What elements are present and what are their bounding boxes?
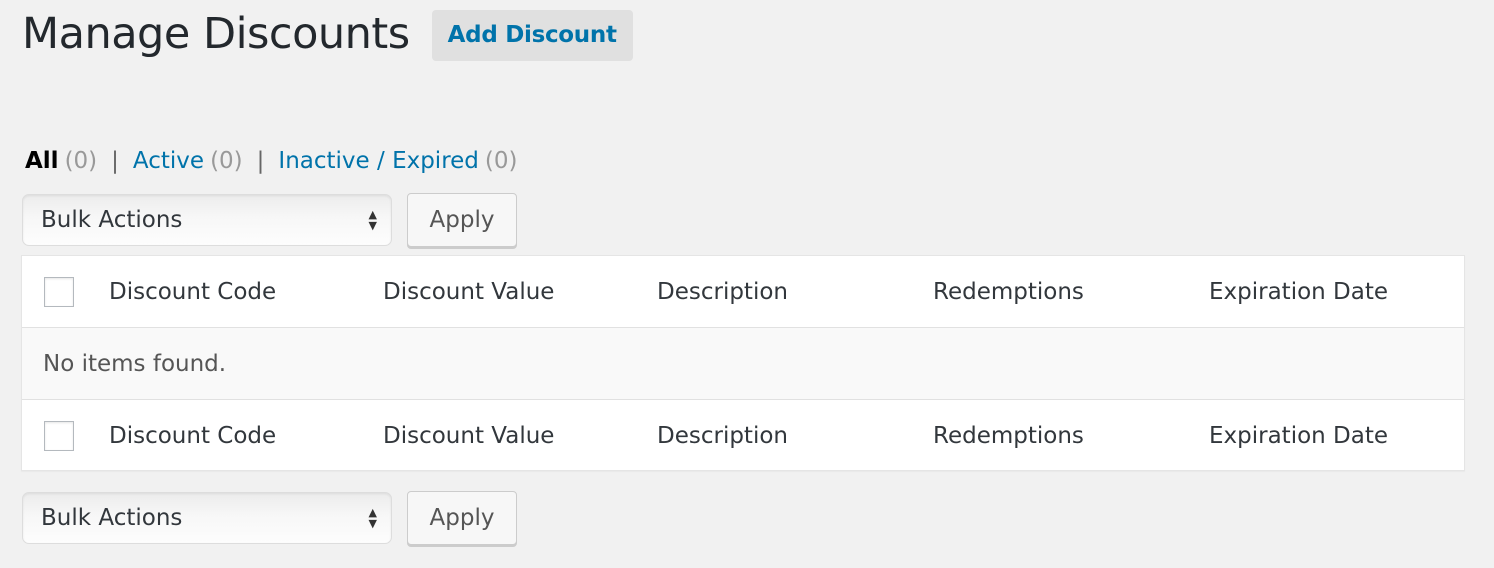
select-all-checkbox-top[interactable] — [44, 276, 74, 307]
column-discount-code-footer[interactable]: Discount Code — [109, 423, 276, 449]
filter-all-count: (0) — [64, 148, 98, 174]
filter-inactive-expired[interactable]: Inactive / Expired — [278, 144, 478, 178]
filter-all[interactable]: All — [25, 144, 59, 178]
column-description[interactable]: Description — [657, 279, 788, 305]
title-row: Manage Discounts Add Discount — [22, 6, 633, 62]
status-filters: All (0) | Active (0) | Inactive / Expire… — [25, 144, 518, 178]
filter-active[interactable]: Active — [133, 144, 204, 178]
column-discount-value[interactable]: Discount Value — [383, 279, 554, 305]
column-expiration-date-footer[interactable]: Expiration Date — [1209, 423, 1388, 449]
table-header-row: Discount Code Discount Value Description… — [22, 256, 1464, 328]
bulk-actions-value: Bulk Actions — [41, 207, 183, 233]
apply-button-bottom[interactable]: Apply — [407, 491, 517, 545]
select-all-checkbox-bottom[interactable] — [44, 420, 74, 451]
filter-active-count: (0) — [210, 148, 243, 174]
filter-separator: | — [256, 148, 265, 174]
bulk-actions-select-top[interactable]: Bulk Actions ▲ ▼ — [22, 194, 392, 246]
page-title: Manage Discounts — [22, 9, 410, 59]
bulk-actions-top: Bulk Actions ▲ ▼ Apply — [22, 193, 517, 247]
no-items-message: No items found. — [43, 350, 227, 377]
add-discount-button[interactable]: Add Discount — [431, 9, 633, 61]
column-discount-code[interactable]: Discount Code — [109, 279, 276, 305]
column-redemptions[interactable]: Redemptions — [933, 279, 1084, 305]
column-expiration-date[interactable]: Expiration Date — [1209, 279, 1388, 305]
table-footer-row: Discount Code Discount Value Description… — [22, 400, 1464, 471]
bulk-actions-bottom: Bulk Actions ▲ ▼ Apply — [22, 491, 517, 545]
column-discount-value-footer[interactable]: Discount Value — [383, 423, 554, 449]
bulk-actions-value: Bulk Actions — [41, 505, 183, 531]
discounts-table: Discount Code Discount Value Description… — [21, 255, 1465, 471]
apply-button-top[interactable]: Apply — [407, 193, 517, 247]
column-description-footer[interactable]: Description — [657, 423, 788, 449]
column-redemptions-footer[interactable]: Redemptions — [933, 423, 1084, 449]
select-arrows-icon: ▲ ▼ — [368, 208, 377, 232]
select-arrows-icon: ▲ ▼ — [368, 506, 377, 530]
bulk-actions-select-bottom[interactable]: Bulk Actions ▲ ▼ — [22, 492, 392, 544]
filter-separator: | — [111, 148, 119, 174]
empty-row: No items found. — [22, 328, 1464, 400]
filter-inactive-expired-count: (0) — [484, 148, 518, 174]
